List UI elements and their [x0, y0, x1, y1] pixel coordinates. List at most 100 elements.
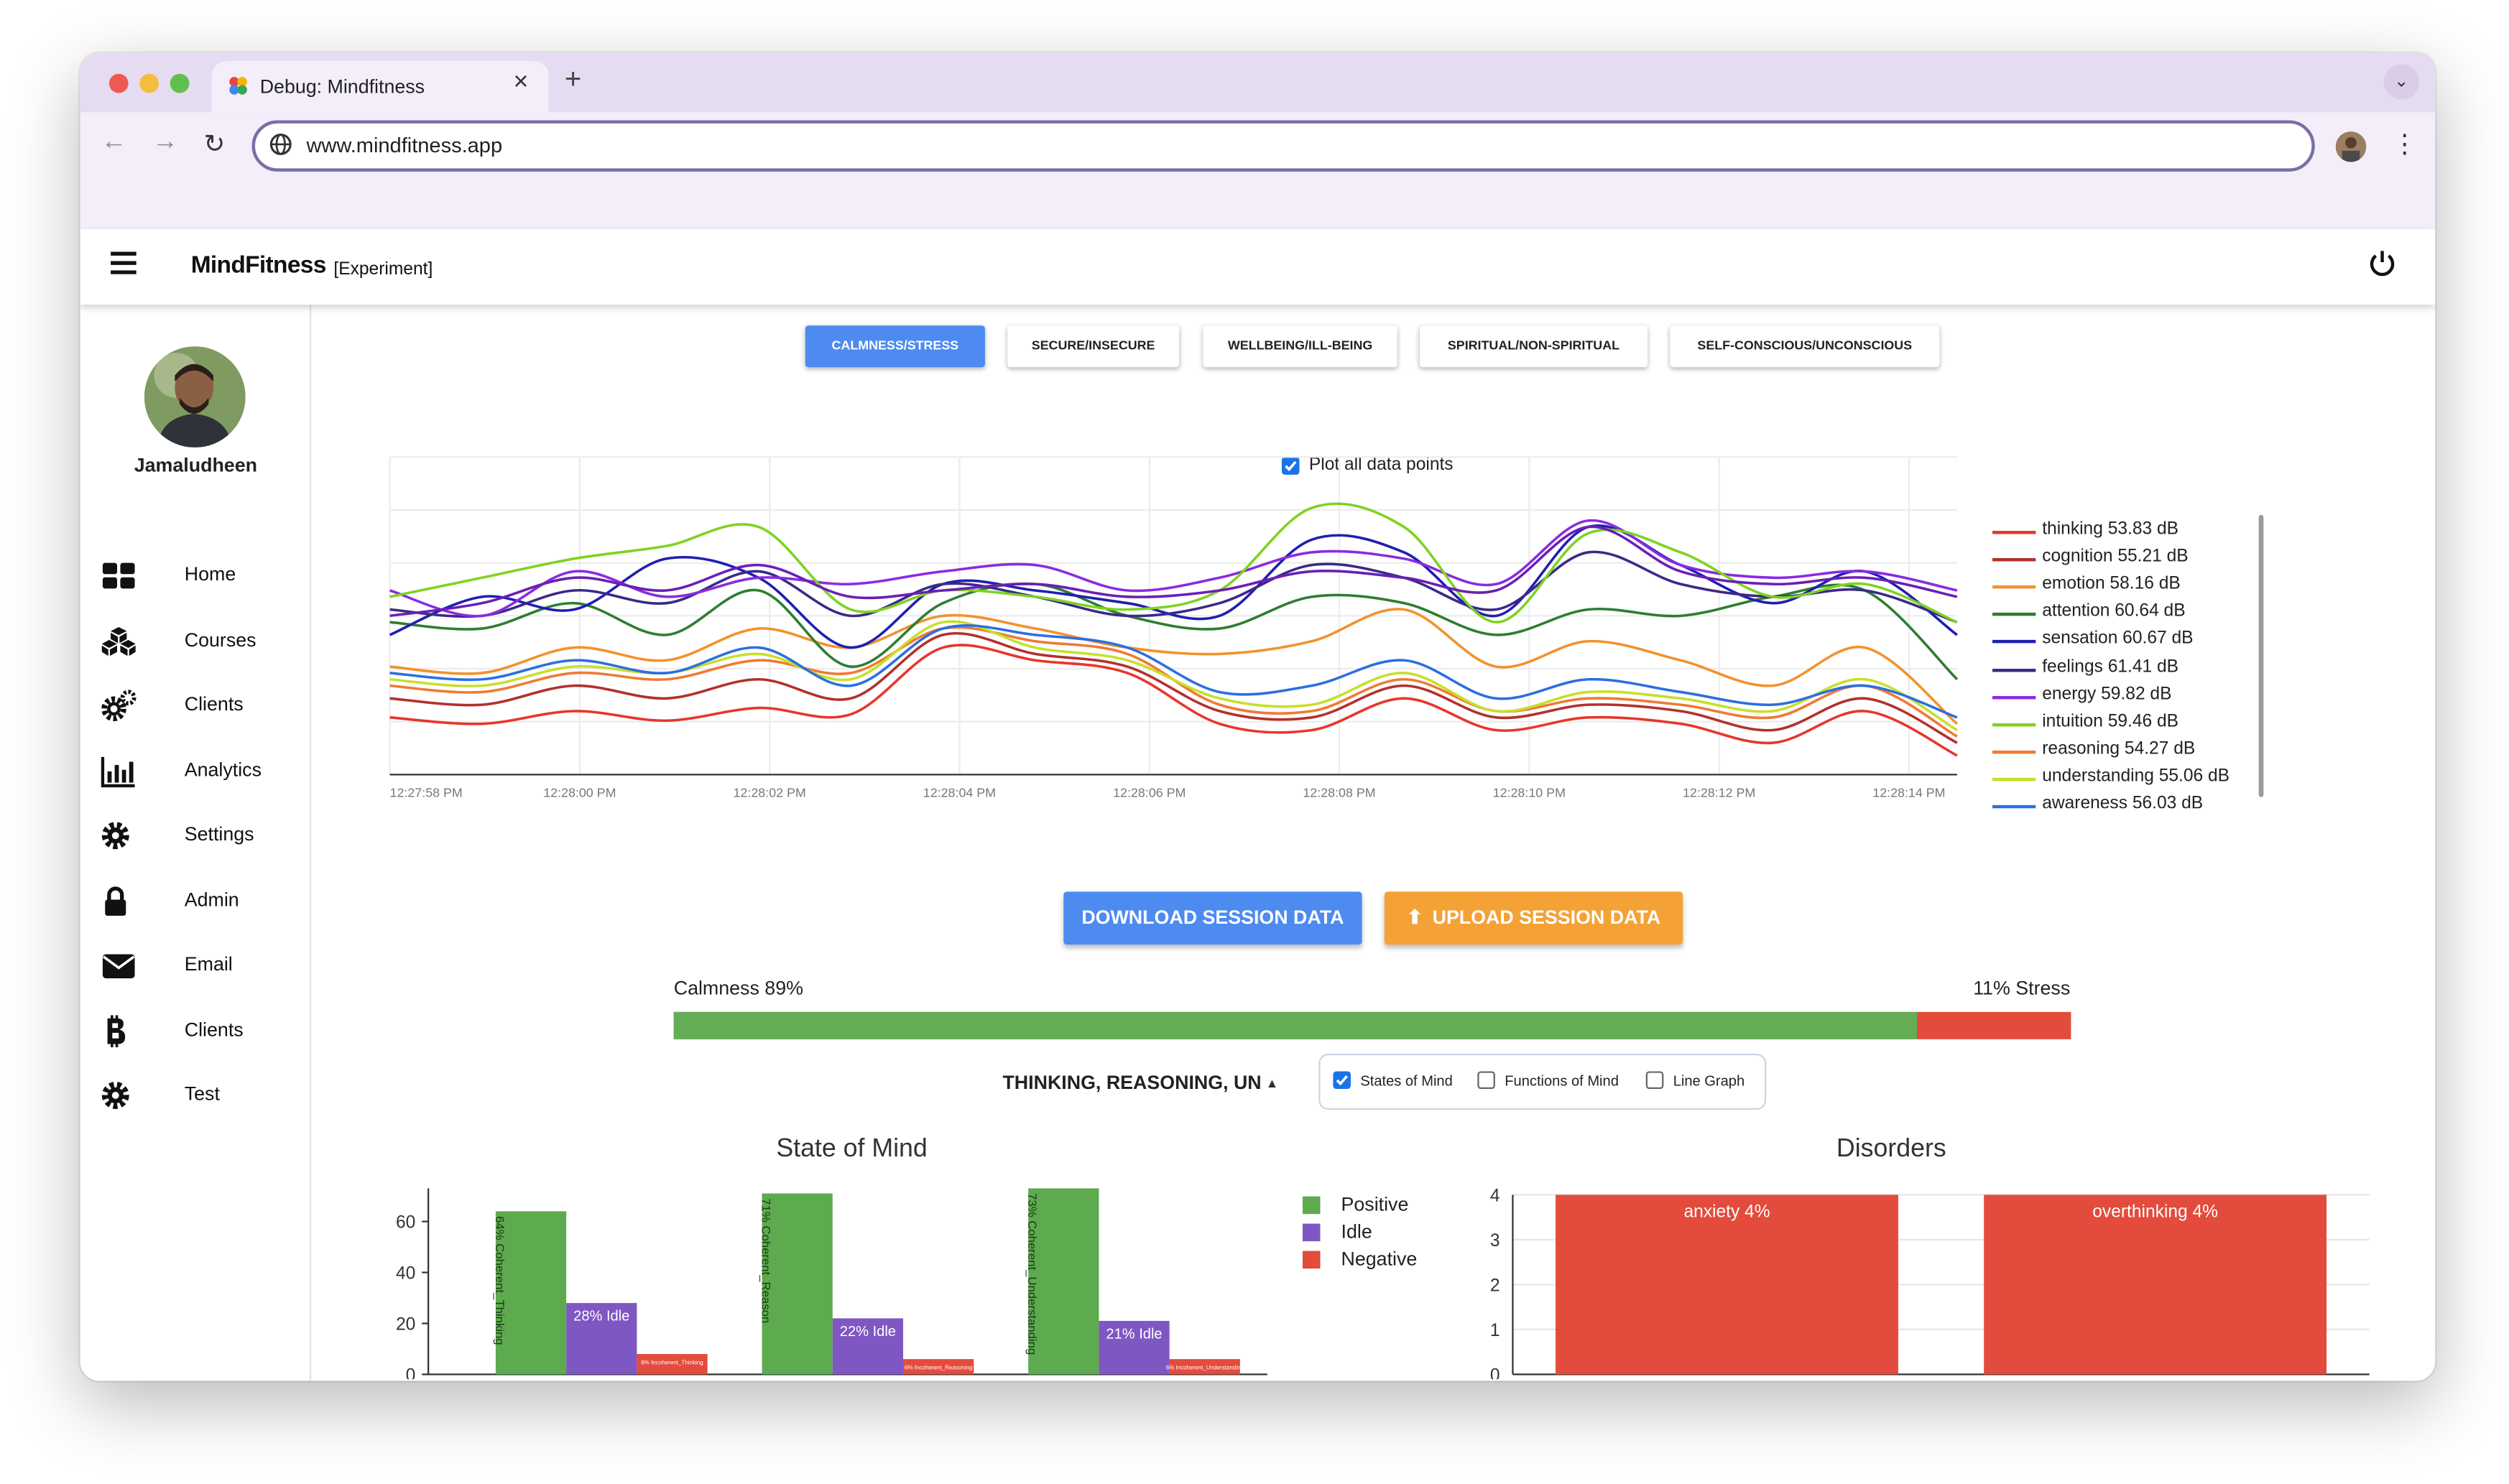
tab-spiritual-nonspiritual[interactable]: SPIRITUAL/NON-SPIRITUAL [1419, 325, 1648, 368]
x-tick-label: 12:28:00 PM [543, 786, 616, 800]
x-tick-label: 12:27:58 PM [390, 786, 463, 800]
legend-item[interactable]: emotion 58.16 dB [2042, 575, 2181, 594]
back-icon[interactable]: ← [101, 129, 127, 157]
screenshot-stage: Debug: Mindfitness × + ⌄ ← → ↻ www.mindf… [0, 0, 2509, 1479]
forward-icon[interactable]: → [152, 129, 178, 157]
x-tick-label: 12:28:12 PM [1683, 786, 1755, 800]
upload-label: UPLOAD SESSION DATA [1432, 906, 1661, 929]
bar-data-label: 28% Idle [573, 1309, 629, 1325]
sidebar-item-clients[interactable]: Clients [80, 680, 312, 731]
bar-data-label: 8% Incoherent_Thinking [641, 1360, 703, 1366]
legend-item[interactable]: reasoning 54.27 dB [2042, 739, 2195, 759]
legend-swatch [1992, 723, 2036, 726]
caret-up-icon[interactable]: ▲ [1266, 1076, 1279, 1090]
legend-item[interactable]: Idle [1341, 1220, 1372, 1243]
sidebar-item-home[interactable]: Home [80, 550, 312, 601]
bar[interactable] [1556, 1195, 1898, 1375]
reload-icon[interactable]: ↻ [204, 129, 226, 161]
y-tick-label: 20 [396, 1314, 415, 1334]
legend-swatch [1992, 585, 2036, 589]
category-label: anxiety [1699, 1378, 1756, 1379]
series-line[interactable] [389, 525, 1958, 618]
legend-swatch [1992, 750, 2036, 753]
tab-close-icon[interactable]: × [513, 69, 528, 98]
y-tick-label: 1 [1490, 1321, 1500, 1340]
category-label: overthinking [2107, 1378, 2202, 1379]
tab-calmness-stress[interactable]: CALMNESS/STRESS [805, 325, 985, 368]
functions-of-mind-checkbox[interactable] [1477, 1071, 1495, 1090]
browser-tab[interactable]: Debug: Mindfitness × [211, 60, 549, 113]
sidebar-item-label: Analytics [184, 759, 262, 782]
dashboard-icon [102, 562, 135, 589]
profile-avatar[interactable] [2335, 131, 2367, 162]
lock-icon [105, 886, 126, 916]
sidebar: Jamaludheen Home Courses Clients Analyti… [80, 305, 312, 1381]
site-info-icon[interactable] [268, 131, 294, 157]
x-tick-label: 12:28:08 PM [1303, 786, 1375, 800]
cubes-icon [101, 626, 136, 657]
bar-data-label: 21% Idle [1106, 1326, 1162, 1342]
tab-selfconscious-unconscious[interactable]: SELF-CONSCIOUS/UNCONSCIOUS [1670, 325, 1940, 368]
sidebar-item-label: Email [184, 952, 233, 975]
legend-swatch [1992, 640, 2036, 644]
line-graph-checkbox[interactable] [1645, 1071, 1664, 1090]
maximize-window-button[interactable] [170, 73, 190, 93]
mind-function-select[interactable]: THINKING, REASONING, UN [1002, 1071, 1261, 1093]
tab-secure-insecure[interactable]: SECURE/INSECURE [1007, 325, 1180, 368]
x-tick-label: 12:28:10 PM [1493, 786, 1566, 800]
gear-icon [101, 822, 129, 850]
tab-search-chevron-icon[interactable]: ⌄ [2383, 64, 2419, 100]
y-tick-label: 3 [1490, 1231, 1500, 1251]
new-tab-icon[interactable]: + [565, 62, 581, 96]
gears-icon [101, 690, 137, 722]
download-label: DOWNLOAD SESSION DATA [1081, 906, 1344, 929]
upload-icon: ⬆ [1406, 906, 1423, 929]
series-line[interactable] [389, 631, 1958, 744]
legend-swatch [1302, 1223, 1321, 1242]
states-of-mind-checkbox[interactable] [1333, 1071, 1351, 1090]
sidebar-item-courses[interactable]: Courses [80, 616, 312, 667]
legend-scrollbar[interactable] [2258, 514, 2264, 797]
gear-icon [101, 1081, 129, 1109]
legend-swatch [1302, 1196, 1321, 1215]
address-bar[interactable]: www.mindfitness.app [251, 120, 2315, 172]
tab-wellbeing-illbeing[interactable]: WELLBEING/ILL-BEING [1203, 325, 1397, 368]
legend-item[interactable]: cognition 55.21 dB [2042, 547, 2188, 567]
power-icon[interactable] [2367, 249, 2396, 277]
bar[interactable] [1984, 1195, 2327, 1375]
hamburger-menu-icon[interactable] [111, 251, 137, 274]
legend-item[interactable]: understanding 55.06 dB [2042, 766, 2230, 786]
legend-item[interactable]: sensation 60.67 dB [2042, 629, 2193, 649]
minimize-window-button[interactable] [139, 73, 160, 93]
user-name: Jamaludheen [134, 453, 257, 477]
category-label: understanding [1078, 1378, 1191, 1379]
close-window-button[interactable] [108, 73, 129, 93]
sidebar-item-analytics[interactable]: Analytics [80, 746, 312, 797]
disorders-chart: 0 1 2 3 4 anxiety 4% anxiety overthinking 4% ove… [1490, 1186, 2370, 1379]
sidebar-item-email[interactable]: Email [80, 940, 312, 991]
x-tick-label: 12:28:04 PM [923, 786, 996, 800]
legend-item[interactable]: feelings 61.41 dB [2042, 657, 2178, 676]
browser-menu-icon[interactable]: ⋮ [2392, 129, 2418, 161]
category-label: thinking [571, 1378, 632, 1379]
legend-item[interactable]: awareness 56.03 dB [2042, 794, 2203, 808]
series-line[interactable] [389, 626, 1958, 738]
upload-session-data-button[interactable]: ⬆ UPLOAD SESSION DATA [1384, 891, 1683, 945]
sidebar-item-admin[interactable]: Admin [80, 876, 312, 927]
sidebar-item-test[interactable]: Test [80, 1070, 312, 1121]
state-of-mind-chart: 0 20 40 60 64% Coherent_Thinking 28% Idle 8% I… [396, 1188, 1267, 1379]
download-session-data-button[interactable]: DOWNLOAD SESSION DATA [1063, 891, 1362, 945]
legend-item[interactable]: energy 59.82 dB [2042, 684, 2171, 703]
sidebar-item-clients-bitcoin[interactable]: Clients [80, 1006, 312, 1057]
legend-item[interactable]: thinking 53.83 dB [2042, 519, 2178, 539]
view-options-group: States of Mind Functions of Mind Line Gr… [1318, 1053, 1767, 1110]
legend-item[interactable]: attention 60.64 dB [2042, 602, 2185, 621]
bar-data-label: 64% Coherent_Thinking [493, 1216, 507, 1345]
bar-chart-icon [101, 756, 135, 788]
main-content: CALMNESS/STRESS SECURE/INSECURE WELLBEIN… [313, 305, 2436, 1381]
sidebar-item-settings[interactable]: Settings [80, 810, 312, 861]
url-text: www.mindfitness.app [306, 133, 503, 157]
legend-item[interactable]: intuition 59.46 dB [2042, 712, 2178, 731]
brand-tag: [Experiment] [333, 259, 433, 279]
series-line[interactable] [389, 519, 1958, 618]
